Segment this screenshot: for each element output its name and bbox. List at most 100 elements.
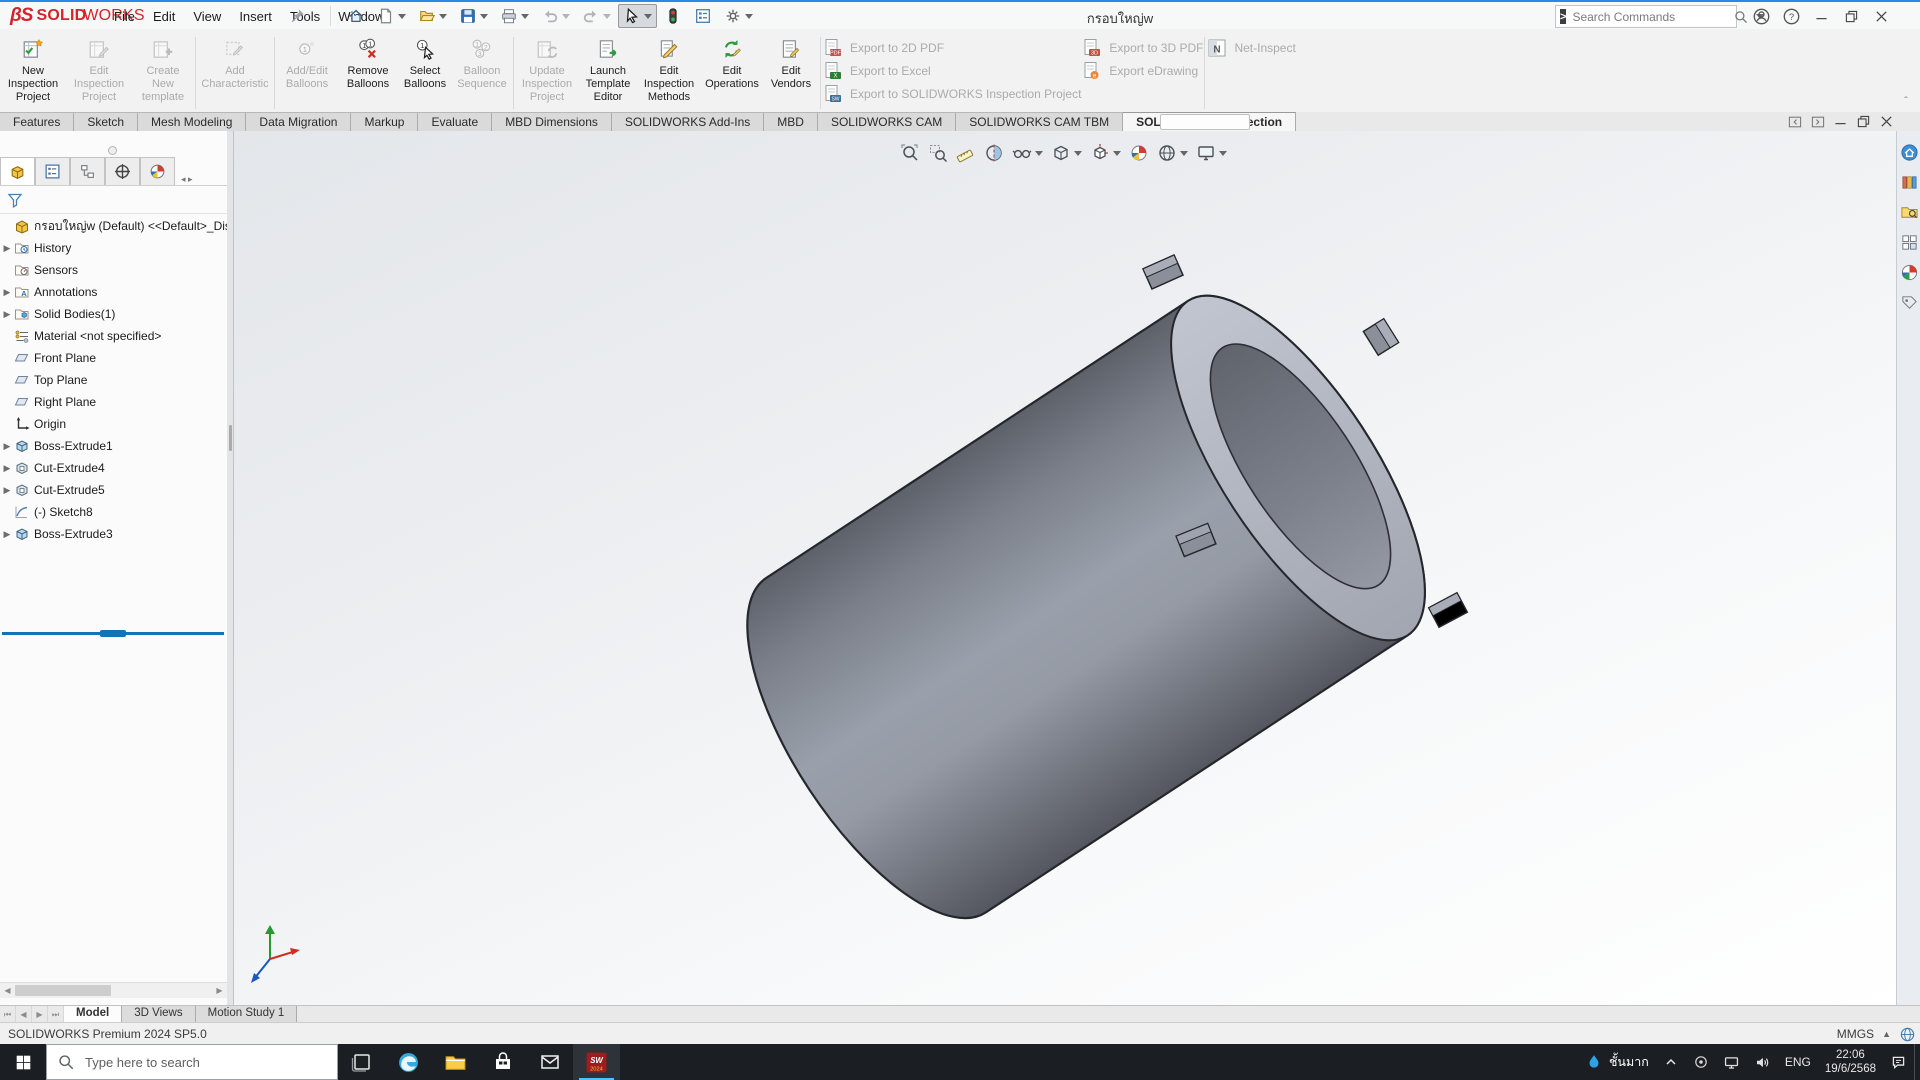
panel-tab-overflow-arrows[interactable]: ◂ ▸: [181, 174, 193, 185]
restore-button[interactable]: [1838, 5, 1864, 27]
edit-operations-button[interactable]: EditOperations: [701, 29, 763, 111]
select-arrow-button[interactable]: [618, 4, 657, 28]
show-desktop-button[interactable]: [1914, 1044, 1920, 1080]
expand-arrow-icon[interactable]: ▶: [0, 287, 14, 298]
file-explorer-taskbar-button[interactable]: [432, 1044, 479, 1080]
graphics-viewport[interactable]: [0, 131, 1920, 1005]
remove-balloons-button[interactable]: 11RemoveBalloons: [338, 29, 398, 111]
options-button[interactable]: [689, 4, 717, 28]
tree-item-front-plane[interactable]: Front Plane: [0, 347, 227, 369]
balloon-sequence-button[interactable]: 123BalloonSequence: [452, 29, 512, 111]
nav-next-tab-button[interactable]: ▶: [32, 1006, 48, 1023]
export-to-solidworks-inspection-project-button[interactable]: SWExport to SOLIDWORKS Inspection Projec…: [822, 84, 1081, 104]
open-button[interactable]: [413, 4, 452, 28]
tree-item-history[interactable]: ▶History: [0, 237, 227, 259]
export-edrawing-button[interactable]: eExport eDrawing: [1081, 61, 1203, 81]
units-caret-icon[interactable]: ▲: [1882, 1029, 1891, 1039]
help-icon[interactable]: ?: [1778, 5, 1804, 27]
menu-item-insert[interactable]: Insert: [230, 5, 281, 28]
print-caret-icon[interactable]: [521, 14, 529, 19]
display-style-caret-icon[interactable]: [1074, 151, 1082, 156]
panel-splitter-handle[interactable]: [108, 146, 117, 155]
ribbon-collapse-chevron[interactable]: ˆ: [1898, 96, 1914, 110]
redo-caret-icon[interactable]: [603, 14, 611, 19]
add-edit-balloons-button[interactable]: 1Add/EditBalloons: [276, 29, 338, 111]
solidworks-taskbar-button[interactable]: SW2024: [573, 1044, 620, 1080]
language-indicator[interactable]: ENG: [1778, 1044, 1818, 1080]
tree-item-cut-extrude5[interactable]: ▶Cut-Extrude5: [0, 479, 227, 501]
scroll-right-arrow[interactable]: ▶: [212, 983, 227, 998]
tree-item-right-plane[interactable]: Right Plane: [0, 391, 227, 413]
tab-solidworks-cam[interactable]: SOLIDWORKS CAM: [818, 112, 956, 131]
start-button[interactable]: [0, 1044, 46, 1080]
expand-arrow-icon[interactable]: ▶: [0, 529, 14, 540]
expand-arrow-icon[interactable]: ▶: [0, 441, 14, 452]
scene-caret-icon[interactable]: [1180, 151, 1188, 156]
feature-manager-tab[interactable]: [0, 157, 35, 185]
appearances-scenes-tab[interactable]: [1898, 261, 1920, 283]
tray-overflow-chevron-icon[interactable]: [1656, 1044, 1686, 1080]
edge-taskbar-button[interactable]: [385, 1044, 432, 1080]
doc-tab-motion-study-1[interactable]: Motion Study 1: [196, 1006, 298, 1023]
menu-item-view[interactable]: View: [184, 5, 230, 28]
tree-item-annotations[interactable]: ▶AAnnotations: [0, 281, 227, 303]
display-style-button[interactable]: [1048, 141, 1085, 165]
nav-prev-tab-button[interactable]: ◀: [16, 1006, 32, 1023]
solidworks-resources-tab[interactable]: [1898, 141, 1920, 163]
launch-template-editor-button[interactable]: LaunchTemplateEditor: [579, 29, 637, 111]
save-caret-icon[interactable]: [480, 14, 488, 19]
select-balloons-button[interactable]: 1SelectBalloons: [398, 29, 452, 111]
tree-item-solid-bodies-1[interactable]: ▶Solid Bodies(1): [0, 303, 227, 325]
print-button[interactable]: [495, 4, 534, 28]
view-settings-caret-icon[interactable]: [1219, 151, 1227, 156]
view-orientation-caret-icon[interactable]: [1113, 151, 1121, 156]
doc-tab-model[interactable]: Model: [64, 1006, 122, 1023]
mail-taskbar-button[interactable]: [526, 1044, 573, 1080]
tree-root-item[interactable]: กรอบใหญ่w (Default) <<Default>_Displ: [0, 215, 227, 237]
menu-item-edit[interactable]: Edit: [144, 5, 184, 28]
property-manager-tab[interactable]: [35, 157, 70, 185]
tree-item-boss-extrude1[interactable]: ▶Boss-Extrude1: [0, 435, 227, 457]
web-help-globe-icon[interactable]: [1899, 1026, 1916, 1043]
tree-item-sketch8[interactable]: (-) Sketch8: [0, 501, 227, 523]
tree-item-cut-extrude4[interactable]: ▶Cut-Extrude4: [0, 457, 227, 479]
settings-caret-icon[interactable]: [745, 14, 753, 19]
measure-button[interactable]: [953, 141, 979, 165]
tree-item-sensors[interactable]: Sensors: [0, 259, 227, 281]
view-settings-button[interactable]: [1193, 141, 1230, 165]
volume-icon[interactable]: [1747, 1044, 1778, 1080]
nav-first-tab-button[interactable]: ⏮: [0, 1006, 16, 1023]
rim-lug[interactable]: [1143, 255, 1183, 289]
new-document-button[interactable]: [372, 4, 411, 28]
new-document-caret-icon[interactable]: [398, 14, 406, 19]
tab-markup[interactable]: Markup: [351, 112, 418, 131]
new-inspection-project-button[interactable]: NewInspectionProject: [0, 29, 66, 111]
configuration-manager-tab[interactable]: [70, 157, 105, 185]
tab-mbd-dimensions[interactable]: MBD Dimensions: [492, 112, 612, 131]
rim-lug[interactable]: [1429, 593, 1468, 627]
panel-horizontal-scrollbar[interactable]: ◀ ▶: [0, 982, 227, 998]
filter-funnel-icon[interactable]: [6, 191, 24, 209]
home-button[interactable]: [342, 4, 370, 28]
3d-model-cylinder[interactable]: [699, 255, 1471, 956]
menu-item-file[interactable]: File: [105, 5, 144, 28]
open-caret-icon[interactable]: [439, 14, 447, 19]
tree-item-top-plane[interactable]: Top Plane: [0, 369, 227, 391]
document-close-icon[interactable]: [1878, 114, 1895, 129]
close-button[interactable]: [1868, 5, 1894, 27]
expand-arrow-icon[interactable]: ▶: [0, 243, 14, 254]
rim-lug[interactable]: [1363, 319, 1398, 355]
user-account-icon[interactable]: [1748, 5, 1774, 27]
tree-item-origin[interactable]: Origin: [0, 413, 227, 435]
expand-arrow-icon[interactable]: ▶: [0, 309, 14, 320]
tree-item-boss-extrude3[interactable]: ▶Boss-Extrude3: [0, 523, 227, 545]
tab-sketch[interactable]: Sketch: [74, 112, 138, 131]
design-library-tab[interactable]: [1898, 171, 1920, 193]
rebuild-button[interactable]: [659, 4, 687, 28]
undo-caret-icon[interactable]: [562, 14, 570, 19]
custom-properties-tab[interactable]: [1898, 291, 1920, 313]
taskbar-search-input[interactable]: [83, 1054, 327, 1071]
tray-app-icon[interactable]: [1686, 1044, 1716, 1080]
scene-button[interactable]: [1154, 141, 1191, 165]
appearances-button[interactable]: [1126, 141, 1152, 165]
